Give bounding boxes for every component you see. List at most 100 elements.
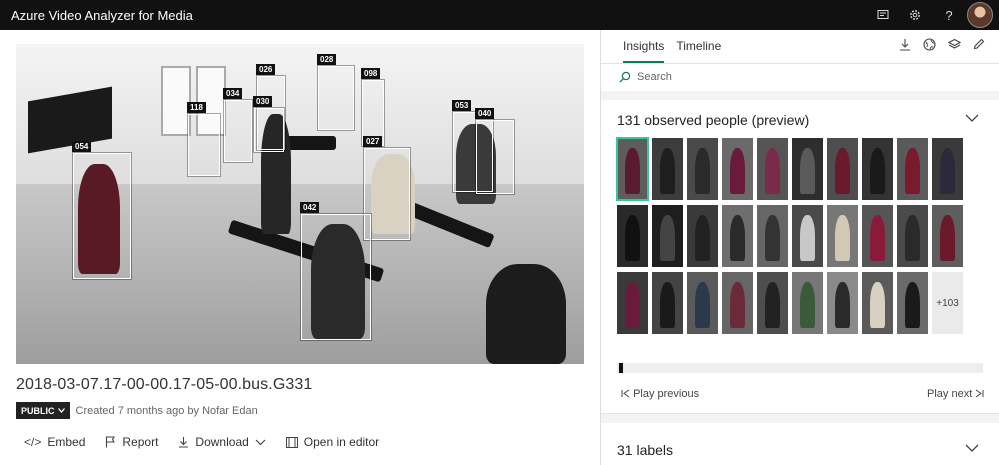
detection-label: 053 [452, 100, 472, 111]
settings-icon[interactable] [906, 6, 924, 24]
chevron-down-icon[interactable] [965, 444, 979, 453]
top-bar: Azure Video Analyzer for Media ? [0, 0, 999, 30]
detection-box[interactable]: 054 [72, 141, 131, 279]
detection-box[interactable]: 030 [253, 96, 284, 152]
download-button[interactable]: Download [178, 435, 266, 449]
layers-icon[interactable] [948, 38, 961, 51]
person-thumbnail[interactable] [897, 205, 928, 267]
detection-label: 026 [256, 64, 276, 75]
detection-box[interactable]: 034 [223, 88, 252, 162]
embed-button[interactable]: </> Embed [24, 435, 85, 449]
detection-box[interactable]: 040 [475, 108, 514, 194]
open-in-editor-button[interactable]: Open in editor [285, 435, 379, 449]
panel-tools [899, 38, 985, 51]
tab-insights[interactable]: Insights [623, 39, 665, 63]
person-thumbnail[interactable] [617, 205, 648, 267]
video-actions: </> Embed Report Download Open in editor [24, 435, 399, 449]
person-thumbnail[interactable] [827, 138, 858, 200]
download-icon [179, 437, 189, 448]
person-thumbnail[interactable] [792, 138, 823, 200]
user-avatar[interactable] [967, 2, 993, 28]
person-thumbnail[interactable] [687, 138, 718, 200]
skip-forward-icon [976, 389, 984, 398]
video-panel: 054 118 034 026 030 028 098 027 053 040 … [0, 30, 600, 465]
insights-tabs: Insights Timeline [623, 39, 733, 63]
person-thumbnail[interactable] [757, 205, 788, 267]
person-thumbnail[interactable] [862, 205, 893, 267]
person-thumbnail[interactable] [722, 138, 753, 200]
video-title: 2018-03-07.17-00-00.17-05-00.bus.G331 [16, 376, 313, 393]
person-thumbnail[interactable] [652, 205, 683, 267]
person-thumbnail[interactable] [616, 137, 649, 201]
people-thumbnails: +103 [616, 137, 963, 334]
video-person [486, 264, 566, 364]
person-thumbnail[interactable] [827, 272, 858, 334]
person-thumbnail[interactable] [862, 272, 893, 334]
person-thumbnail[interactable] [897, 272, 928, 334]
people-timeline[interactable] [617, 363, 983, 373]
report-button[interactable]: Report [105, 435, 158, 449]
detection-box[interactable]: 028 [317, 54, 354, 130]
detection-box[interactable]: 118 [187, 102, 220, 176]
play-next-label: Play next [927, 388, 973, 400]
search-icon [619, 71, 631, 83]
person-thumbnail[interactable] [932, 205, 963, 267]
person-thumbnail[interactable] [722, 205, 753, 267]
detection-label: 028 [317, 54, 337, 65]
chevron-down-icon [57, 408, 65, 413]
person-thumbnail[interactable] [792, 205, 823, 267]
person-thumbnail[interactable] [652, 272, 683, 334]
detection-label: 042 [300, 202, 320, 213]
timeline-marker[interactable] [619, 363, 623, 373]
insights-search[interactable]: Search [619, 71, 672, 83]
detection-label: 098 [361, 68, 381, 79]
person-thumbnail[interactable] [617, 272, 648, 334]
person-thumbnail[interactable] [757, 272, 788, 334]
embed-label: Embed [47, 435, 86, 449]
video-player[interactable]: 054 118 034 026 030 028 098 027 053 040 … [16, 44, 584, 364]
section-separator [601, 414, 999, 423]
play-previous-label: Play previous [633, 388, 700, 400]
app-title[interactable]: Azure Video Analyzer for Media [11, 8, 193, 23]
person-thumbnail[interactable] [792, 272, 823, 334]
person-thumbnail[interactable] [652, 138, 683, 200]
skip-back-icon [621, 389, 630, 398]
download-label: Download [195, 435, 249, 449]
code-icon: </> [24, 435, 42, 449]
help-icon[interactable]: ? [940, 6, 958, 24]
report-label: Report [122, 435, 159, 449]
created-info: Created 7 months ago by Nofar Edan [75, 404, 258, 417]
flag-icon [106, 436, 116, 448]
person-thumbnail[interactable] [687, 205, 718, 267]
feedback-icon[interactable] [874, 6, 892, 24]
tab-timeline[interactable]: Timeline [676, 39, 721, 63]
visibility-label: PUBLIC [21, 405, 55, 416]
detection-label: 030 [253, 96, 273, 107]
chevron-down-icon [255, 439, 266, 445]
person-thumbnail[interactable] [722, 272, 753, 334]
download-icon[interactable] [899, 38, 911, 51]
person-thumbnail[interactable] [862, 138, 893, 200]
globe-icon[interactable] [923, 38, 936, 51]
play-next-button[interactable]: Play next [927, 388, 984, 400]
detection-label: 034 [223, 88, 243, 99]
chevron-down-icon[interactable] [965, 114, 979, 123]
labels-section-title[interactable]: 31 labels [617, 442, 673, 458]
person-thumbnail[interactable] [687, 272, 718, 334]
more-people-button[interactable]: +103 [932, 272, 963, 334]
visibility-badge[interactable]: PUBLIC [16, 402, 70, 419]
video-window [161, 66, 191, 136]
person-thumbnail[interactable] [757, 138, 788, 200]
video-meta: PUBLIC Created 7 months ago by Nofar Eda… [16, 402, 258, 419]
person-thumbnail[interactable] [897, 138, 928, 200]
detection-box[interactable]: 042 [300, 202, 371, 340]
people-section-title[interactable]: 131 observed people (preview) [617, 112, 809, 128]
person-thumbnail[interactable] [827, 205, 858, 267]
person-thumbnail[interactable] [932, 138, 963, 200]
tabs-underline [601, 63, 999, 64]
play-previous-button[interactable]: Play previous [621, 388, 699, 400]
edit-icon[interactable] [973, 38, 985, 50]
section-separator [601, 91, 999, 100]
detection-label: 054 [72, 141, 92, 152]
insights-panel: Insights Timeline Search 131 observed pe… [601, 30, 999, 465]
